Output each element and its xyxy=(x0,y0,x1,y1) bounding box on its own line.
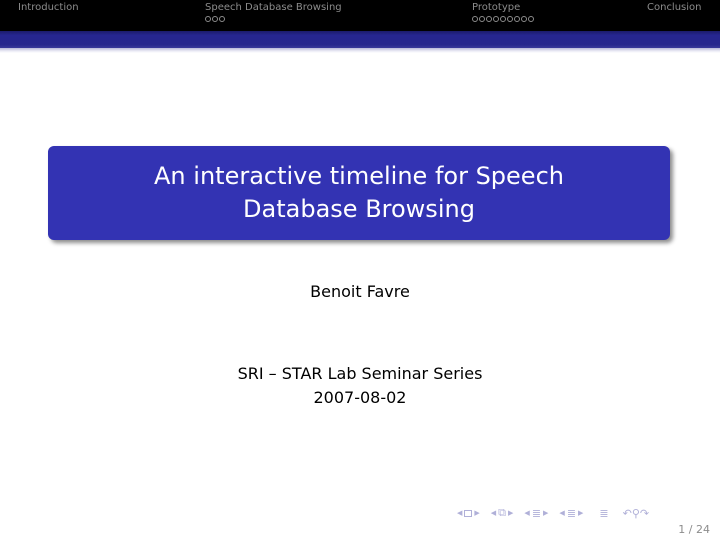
header-blue-band xyxy=(0,31,720,48)
search-nav: ↶ ⚲ ↷ xyxy=(623,507,650,520)
prev-subsection-icon[interactable]: ◀ xyxy=(524,509,529,517)
presentation-title: An interactive timeline for Speech Datab… xyxy=(154,162,564,223)
section-label[interactable]: Prototype xyxy=(472,2,534,14)
section-conclusion[interactable]: Conclusion xyxy=(647,2,702,14)
frame-dot[interactable] xyxy=(205,16,211,22)
section-label[interactable]: Speech Database Browsing xyxy=(205,2,342,14)
frame-dot[interactable] xyxy=(507,16,513,22)
prev-slide-icon[interactable]: ◀ xyxy=(457,509,462,517)
frame-nav: ◀ ⧉ ▶ xyxy=(489,506,516,520)
frame-dot[interactable] xyxy=(486,16,492,22)
section-speech-database-browsing[interactable]: Speech Database Browsing xyxy=(205,2,342,22)
frame-dot[interactable] xyxy=(500,16,506,22)
institute: SRI – STAR Lab Seminar Series xyxy=(237,364,483,383)
align-icon[interactable]: ≣ xyxy=(599,507,608,520)
forward-icon[interactable]: ↷ xyxy=(640,507,649,520)
subsection-nav: ◀ ≣ ▶ xyxy=(522,507,550,520)
frame-dot[interactable] xyxy=(219,16,225,22)
frame-dot[interactable] xyxy=(479,16,485,22)
subsection-icon[interactable]: ≣ xyxy=(532,507,541,520)
institute-block: SRI – STAR Lab Seminar Series 2007-08-02 xyxy=(0,362,720,410)
prev-section-icon[interactable]: ◀ xyxy=(559,509,564,517)
page-number: 1 / 24 xyxy=(678,523,710,536)
frame-icon[interactable]: ⧉ xyxy=(498,506,506,520)
section-label[interactable]: Conclusion xyxy=(647,2,702,14)
align-nav: ≣ xyxy=(599,507,608,520)
date: 2007-08-02 xyxy=(313,388,407,407)
section-prototype[interactable]: Prototype xyxy=(472,2,534,22)
frame-dot[interactable] xyxy=(472,16,478,22)
subsection-dots xyxy=(472,16,534,22)
slide-nav: ◀ ▶ xyxy=(455,509,482,517)
frame-dot[interactable] xyxy=(514,16,520,22)
author: Benoit Favre xyxy=(310,282,410,301)
section-label[interactable]: Introduction xyxy=(18,2,79,14)
back-icon[interactable]: ↶ xyxy=(623,507,632,520)
header-fade xyxy=(0,48,720,53)
next-slide-icon[interactable]: ▶ xyxy=(474,509,479,517)
slide-icon[interactable] xyxy=(464,509,473,517)
next-frame-icon[interactable]: ▶ xyxy=(508,509,513,517)
section-introduction[interactable]: Introduction xyxy=(18,2,79,14)
headline-bar: Introduction Speech Database Browsing Pr… xyxy=(0,0,720,31)
prev-frame-icon[interactable]: ◀ xyxy=(491,509,496,517)
section-icon[interactable]: ≣ xyxy=(567,507,576,520)
frame-dot[interactable] xyxy=(212,16,218,22)
navigation-symbols: ◀ ▶ ◀ ⧉ ▶ ◀ ≣ ▶ ◀ ≣ ▶ ≣ ↶ ⚲ ↷ xyxy=(455,506,656,520)
next-subsection-icon[interactable]: ▶ xyxy=(543,509,548,517)
subsection-dots xyxy=(205,16,342,22)
frame-dot[interactable] xyxy=(521,16,527,22)
frame-dot[interactable] xyxy=(493,16,499,22)
search-icon[interactable]: ⚲ xyxy=(632,507,640,520)
section-nav: ◀ ≣ ▶ xyxy=(557,507,585,520)
frame-dot[interactable] xyxy=(528,16,534,22)
title-box: An interactive timeline for Speech Datab… xyxy=(48,146,670,240)
next-section-icon[interactable]: ▶ xyxy=(578,509,583,517)
